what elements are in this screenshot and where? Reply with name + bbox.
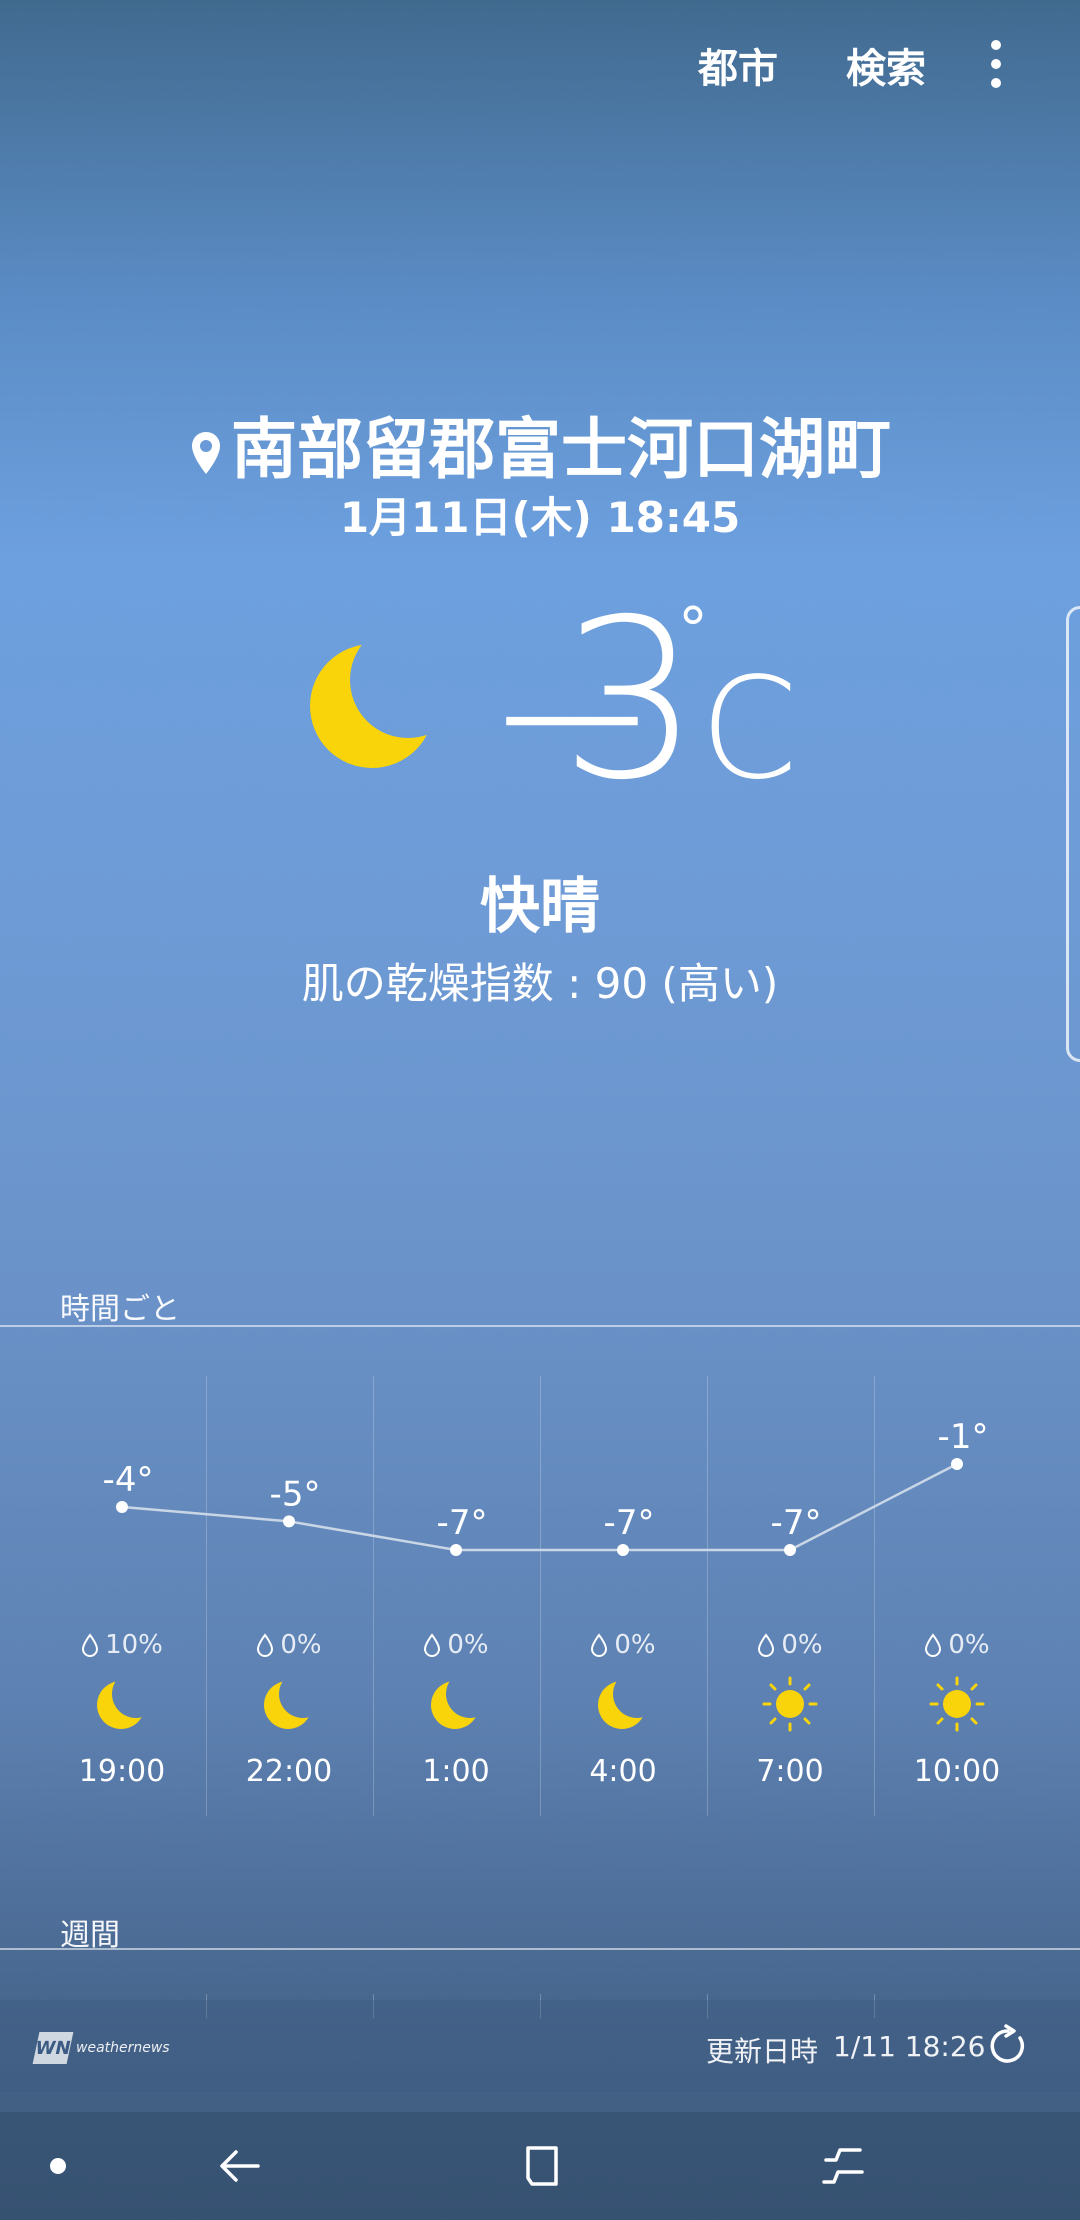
hourly-section-label: 時間ごと <box>60 1292 180 1327</box>
raindrop-icon <box>82 1633 99 1657</box>
more-options-icon[interactable] <box>986 40 1006 90</box>
temperature-point <box>450 1544 462 1556</box>
recent-apps-icon[interactable] <box>816 2138 872 2194</box>
skin-dryness-index: 肌の乾燥指数 : 90 (高い) <box>301 959 779 1008</box>
location-name: 南部留郡富士河口湖町 <box>231 411 891 488</box>
hour-temperature-label: -5° <box>270 1474 321 1514</box>
raindrop-icon <box>925 1633 942 1657</box>
brand-name: weathernews <box>76 2040 170 2056</box>
footer-bar: WN weathernews 更新日時 1/11 18:26 <box>0 2000 1080 2092</box>
hour-time: 1:00 <box>422 1754 490 1789</box>
location-pin-icon <box>192 431 220 474</box>
weekly-divider <box>0 1948 1080 1950</box>
temperature-point <box>951 1458 963 1470</box>
moon-icon <box>310 644 434 768</box>
temperature-point <box>283 1515 295 1528</box>
hourly-temperature-chart: -4° -5° -7° -7° -7° -1° <box>103 1417 989 1556</box>
top-bar: 都市 検索 <box>0 0 1080 130</box>
system-navigation-bar <box>0 2112 1080 2220</box>
precip-chance: 0% <box>710 1630 870 1660</box>
precip-chance: 10% <box>42 1630 202 1660</box>
precip-chance: 0% <box>877 1630 1037 1660</box>
hour-time: 10:00 <box>913 1754 1001 1789</box>
wn-logo-mark: WN <box>32 2032 74 2064</box>
temperature-point <box>116 1501 128 1513</box>
moon-icon <box>431 1681 479 1729</box>
moon-icon <box>264 1681 312 1729</box>
dot-indicator-icon[interactable] <box>30 2138 86 2194</box>
hour-temperature-label: -7° <box>604 1503 655 1543</box>
hour-time: 19:00 <box>78 1754 166 1789</box>
location-title: 南部留郡富士河口湖町 <box>0 396 1080 492</box>
raindrop-icon <box>758 1633 775 1657</box>
hour-time: 4:00 <box>589 1754 657 1789</box>
raindrop-icon <box>257 1633 274 1657</box>
temperature-point <box>784 1544 796 1556</box>
hour-temperature-label: -1° <box>938 1417 989 1457</box>
hour-temperature-label: -4° <box>103 1460 154 1500</box>
update-time: 1/11 18:26 <box>833 2030 986 2063</box>
moon-icon <box>598 1681 646 1729</box>
raindrop-icon <box>591 1633 608 1657</box>
edge-panel-handle[interactable] <box>1066 606 1080 1062</box>
precip-chance: 0% <box>209 1630 369 1660</box>
temperature-point <box>617 1544 629 1556</box>
hourly-divider <box>0 1325 1080 1327</box>
hour-time: 7:00 <box>756 1754 824 1789</box>
hour-temperature-label: -7° <box>437 1503 488 1543</box>
moon-icon <box>97 1681 145 1729</box>
precip-chance: 0% <box>376 1630 536 1660</box>
search-button[interactable]: 検索 <box>846 36 926 94</box>
hourly-forecast[interactable]: -4° -5° -7° -7° -7° -1° 10% 0% 0% 0% 0% 0% 19… <box>0 1376 1080 1816</box>
weathernews-logo[interactable]: WN weathernews <box>32 2028 170 2068</box>
temperature-unit: C <box>700 648 798 811</box>
cities-button[interactable]: 都市 <box>698 36 778 94</box>
weather-condition: 快晴 <box>480 872 600 942</box>
update-label: 更新日時 <box>706 2035 819 2068</box>
temperature-line <box>121 1462 958 1552</box>
refresh-icon[interactable] <box>986 2024 1030 2068</box>
sun-icon <box>929 1676 985 1732</box>
hour-time: 22:00 <box>245 1754 333 1789</box>
current-datetime: 1月11日(木) 18:45 <box>339 493 741 542</box>
back-icon[interactable] <box>212 2138 268 2194</box>
hour-temperature-label: -7° <box>771 1503 822 1543</box>
precip-chance: 0% <box>543 1630 703 1660</box>
home-icon[interactable] <box>514 2138 570 2194</box>
raindrop-icon <box>424 1633 441 1657</box>
sun-icon <box>762 1676 818 1732</box>
